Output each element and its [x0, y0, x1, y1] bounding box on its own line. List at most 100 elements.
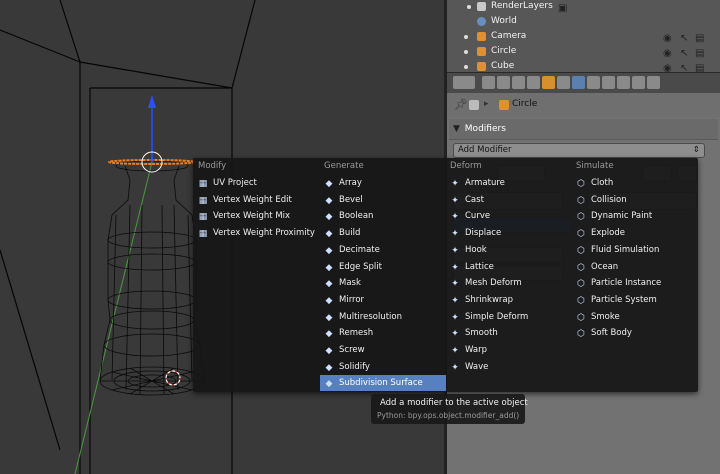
menu-item-dynamic-paint[interactable]: ⬡ Dynamic Paint: [572, 208, 698, 224]
pin-icon[interactable]: 📌︎: [454, 98, 468, 111]
menu-item-lattice[interactable]: ✦ Lattice: [446, 259, 572, 275]
material-tab-icon[interactable]: [602, 76, 615, 89]
panel-header[interactable]: ▼ Modifiers: [449, 119, 718, 140]
dynamic-paint-icon: ⬡: [577, 212, 585, 222]
mask-icon: ◆: [325, 279, 333, 289]
add-modifier-menu: Modify Generate Deform Simulate ▦ UV Proj…: [193, 158, 698, 392]
expand-icon[interactable]: [464, 65, 468, 69]
outliner[interactable]: RenderLayers ▣ World Camera ◉ ↖ ▤ Circle…: [447, 0, 720, 74]
expand-icon[interactable]: [464, 50, 468, 54]
menu-item-solidify[interactable]: ◆ Solidify: [320, 359, 446, 375]
menu-item-decimate[interactable]: ◆ Decimate: [320, 242, 446, 258]
outliner-item-renderlayers[interactable]: RenderLayers ▣: [447, 0, 720, 14]
expand-icon[interactable]: [467, 5, 471, 9]
menu-item-vertex-weight-edit[interactable]: ▦ Vertex Weight Edit: [194, 192, 320, 208]
particles-tab-icon[interactable]: [632, 76, 645, 89]
modifiers-tab-icon[interactable]: [572, 76, 585, 89]
menu-item-warp[interactable]: ✦ Warp: [446, 342, 572, 358]
outliner-item-camera[interactable]: Camera ◉ ↖ ▤: [447, 29, 720, 44]
menu-item-particle-system[interactable]: ⬡ Particle System: [572, 292, 698, 308]
object-tab-icon[interactable]: [542, 76, 555, 89]
menu-item-fluid-simulation[interactable]: ⬡ Fluid Simulation: [572, 242, 698, 258]
vertex-weight-edit-icon: ▦: [198, 196, 208, 206]
menu-item-smoke[interactable]: ⬡ Smoke: [572, 309, 698, 325]
menu-item-simple-deform[interactable]: ✦ Simple Deform: [446, 309, 572, 325]
menu-item-label: Hook: [465, 245, 487, 255]
menu-item-label: Particle Instance: [591, 278, 662, 288]
menu-item-vertex-weight-mix[interactable]: ▦ Vertex Weight Mix: [194, 208, 320, 224]
column-heading-generate: Generate: [324, 161, 364, 171]
menu-item-smooth[interactable]: ✦ Smooth: [446, 325, 572, 341]
menu-item-label: Vertex Weight Mix: [213, 211, 291, 221]
menu-item-uv-project[interactable]: ▦ UV Project: [194, 175, 320, 191]
menu-item-displace[interactable]: ✦ Displace: [446, 225, 572, 241]
soft-body-icon: ⬡: [577, 329, 585, 339]
render-layers-icon: [477, 2, 486, 11]
breadcrumb: 📌︎ ▸ Circle: [454, 98, 538, 111]
menu-item-ocean[interactable]: ⬡ Ocean: [572, 259, 698, 275]
particle-system-icon: ⬡: [577, 296, 585, 306]
menu-item-label: Smoke: [591, 312, 620, 322]
menu-item-shrinkwrap[interactable]: ✦ Shrinkwrap: [446, 292, 572, 308]
physics-tab-icon[interactable]: [647, 76, 660, 89]
menu-item-particle-instance[interactable]: ⬡ Particle Instance: [572, 275, 698, 291]
editor-type-icon[interactable]: [453, 76, 475, 89]
render-tab-icon[interactable]: [482, 76, 495, 89]
menu-item-label: Decimate: [339, 245, 380, 255]
boolean-icon: ◆: [325, 212, 333, 222]
menu-item-edge-split[interactable]: ◆ Edge Split: [320, 259, 446, 275]
expand-icon[interactable]: [464, 35, 468, 39]
outliner-item-circle[interactable]: Circle ◉ ↖ ▤: [447, 44, 720, 59]
world-tab-icon[interactable]: [527, 76, 540, 89]
menu-item-array[interactable]: ◆ Array: [320, 175, 446, 191]
menu-item-label: Fluid Simulation: [591, 245, 660, 255]
menu-item-hook[interactable]: ✦ Hook: [446, 242, 572, 258]
menu-item-collision[interactable]: ⬡ Collision: [572, 192, 698, 208]
menu-item-label: Screw: [339, 345, 365, 355]
mesh-icon: [477, 62, 486, 71]
menu-item-boolean[interactable]: ◆ Boolean: [320, 208, 446, 224]
shrinkwrap-icon: ✦: [451, 296, 459, 306]
menu-item-label: Cloth: [591, 178, 614, 188]
texture-tab-icon[interactable]: [617, 76, 630, 89]
menu-item-remesh[interactable]: ◆ Remesh: [320, 325, 446, 341]
mesh-deform-icon: ✦: [451, 279, 459, 289]
menu-item-vertex-weight-proximity[interactable]: ▦ Vertex Weight Proximity: [194, 225, 320, 241]
chevron-right-icon: ▸: [484, 99, 489, 109]
scene-tab-icon[interactable]: [512, 76, 525, 89]
menu-item-soft-body[interactable]: ⬡ Soft Body: [572, 325, 698, 341]
scene-icon: [469, 100, 479, 110]
menu-item-mask[interactable]: ◆ Mask: [320, 275, 446, 291]
menu-item-mesh-deform[interactable]: ✦ Mesh Deform: [446, 275, 572, 291]
render-layers-tab-icon[interactable]: [497, 76, 510, 89]
menu-item-screw[interactable]: ◆ Screw: [320, 342, 446, 358]
menu-item-explode[interactable]: ⬡ Explode: [572, 225, 698, 241]
add-modifier-dropdown[interactable]: Add Modifier ⇕: [453, 143, 705, 158]
menu-item-curve[interactable]: ✦ Curve: [446, 208, 572, 224]
menu-item-label: Mask: [339, 278, 361, 288]
multiresolution-icon: ◆: [325, 313, 333, 323]
constraints-tab-icon[interactable]: [557, 76, 570, 89]
object-icon: [499, 100, 509, 110]
menu-item-build[interactable]: ◆ Build: [320, 225, 446, 241]
cast-icon: ✦: [451, 196, 459, 206]
menu-item-label: Curve: [465, 211, 491, 221]
properties-tab-bar: [447, 72, 720, 93]
data-tab-icon[interactable]: [587, 76, 600, 89]
menu-item-label: Particle System: [591, 295, 657, 305]
menu-item-label: Ocean: [591, 262, 619, 272]
explode-icon: ⬡: [577, 229, 585, 239]
menu-item-bevel[interactable]: ◆ Bevel: [320, 192, 446, 208]
outliner-item-world[interactable]: World: [447, 14, 720, 29]
menu-item-armature[interactable]: ✦ Armature: [446, 175, 572, 191]
menu-item-wave[interactable]: ✦ Wave: [446, 359, 572, 375]
menu-item-multiresolution[interactable]: ◆ Multiresolution: [320, 309, 446, 325]
menu-item-label: Boolean: [339, 211, 374, 221]
menu-item-cloth[interactable]: ⬡ Cloth: [572, 175, 698, 191]
menu-item-label: Subdivision Surface: [339, 378, 423, 388]
menu-item-mirror[interactable]: ◆ Mirror: [320, 292, 446, 308]
screw-icon: ◆: [325, 346, 333, 356]
array-icon: ◆: [325, 179, 333, 189]
menu-item-subdivision-surface[interactable]: ◆ Subdivision Surface: [320, 375, 446, 391]
menu-item-cast[interactable]: ✦ Cast: [446, 192, 572, 208]
